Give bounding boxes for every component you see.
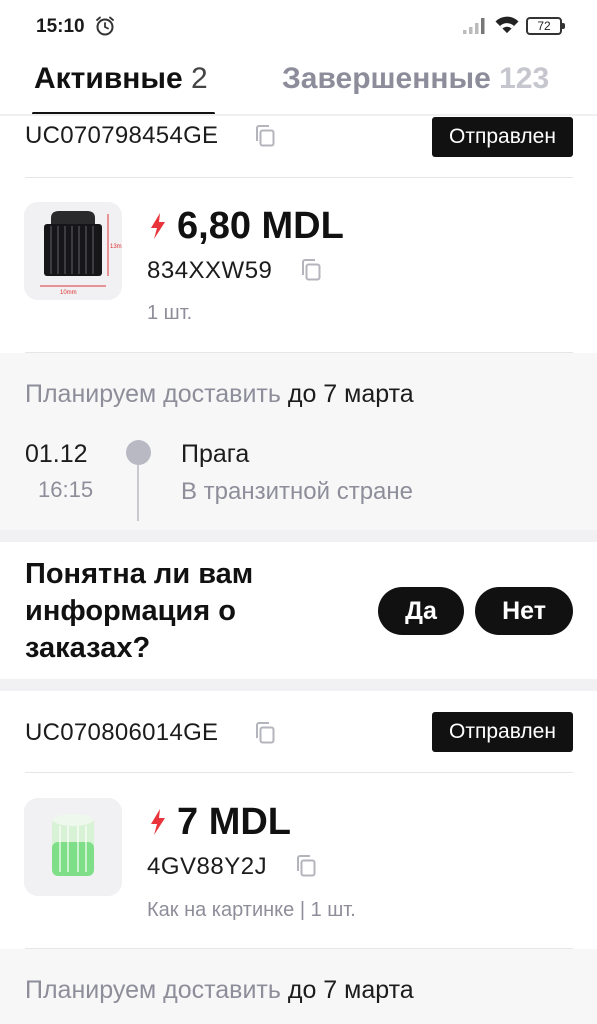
delivery-estimate-date: до 7 марта xyxy=(287,976,414,1004)
product-image[interactable]: 13mm 10mm xyxy=(24,202,122,300)
feedback-yes-button[interactable]: Да xyxy=(378,587,464,635)
tab-completed-label: Завершенные xyxy=(282,62,491,95)
order-sku[interactable]: 4GV88Y2J xyxy=(147,853,267,881)
wifi-icon xyxy=(495,16,519,33)
product-image[interactable] xyxy=(24,798,122,896)
tab-completed-orders[interactable]: Завершенные 123 xyxy=(282,62,549,96)
tracking-number[interactable]: UC070798454GE xyxy=(25,122,218,150)
lightning-icon xyxy=(151,809,165,835)
order-price: 6,80 MDL xyxy=(177,205,344,247)
delivery-estimate: Планируем доставить до 7 марта xyxy=(25,976,414,1005)
feedback-no-button[interactable]: Нет xyxy=(475,587,573,635)
divider xyxy=(25,772,573,773)
section-separator xyxy=(0,679,597,691)
tracking-number[interactable]: UC070806014GE xyxy=(25,719,218,747)
delivery-estimate: Планируем доставить до 7 марта xyxy=(25,380,414,409)
tracking-event-date: 01.12 xyxy=(25,440,88,468)
divider xyxy=(25,177,573,178)
thumb-dim-width: 10mm xyxy=(60,290,77,296)
tracking-event-status: В транзитной стране xyxy=(181,478,413,505)
valve-cap-image: 13mm 10mm xyxy=(24,202,122,300)
order-quantity: 1 шт. xyxy=(147,302,193,324)
tabs-divider xyxy=(0,114,597,116)
order-tabs: Активные 2 Завершенные 123 xyxy=(0,52,597,116)
lightning-icon xyxy=(151,213,165,239)
tab-active-label: Активные xyxy=(34,62,183,95)
order-sku[interactable]: 834XXW59 xyxy=(147,257,272,285)
status-bar: 15:10 72 xyxy=(0,0,597,52)
copy-icon[interactable] xyxy=(295,854,317,878)
delivery-estimate-date: до 7 марта xyxy=(287,380,414,408)
tracking-event-time: 16:15 xyxy=(38,477,94,502)
timeline-dot xyxy=(126,440,151,465)
status-badge: Отправлен xyxy=(432,712,573,752)
clock-time: 15:10 xyxy=(36,16,85,37)
order-quantity: Как на картинке | 1 шт. xyxy=(147,899,356,921)
alarm-icon xyxy=(96,16,114,36)
delivery-estimate-prefix: Планируем доставить xyxy=(25,976,281,1004)
battery-indicator: 72 xyxy=(526,17,565,35)
tracking-event-city: Прага xyxy=(181,440,250,468)
status-badge: Отправлен xyxy=(432,117,573,157)
copy-icon[interactable] xyxy=(254,124,276,148)
green-cap-image xyxy=(24,798,122,896)
order-price: 7 MDL xyxy=(177,801,291,843)
tab-active-count: 2 xyxy=(191,62,208,95)
copy-icon[interactable] xyxy=(254,721,276,745)
delivery-estimate-prefix: Планируем доставить xyxy=(25,380,281,408)
thumb-dim-height: 13mm xyxy=(110,244,122,250)
signal-icon xyxy=(463,18,485,34)
tab-completed-count: 123 xyxy=(499,62,550,95)
tab-active-orders[interactable]: Активные 2 xyxy=(34,62,208,96)
section-separator xyxy=(0,530,597,542)
feedback-question: Понятна ли вам информация о заказах? xyxy=(25,558,254,664)
copy-icon[interactable] xyxy=(300,258,322,282)
timeline-line xyxy=(137,465,139,521)
